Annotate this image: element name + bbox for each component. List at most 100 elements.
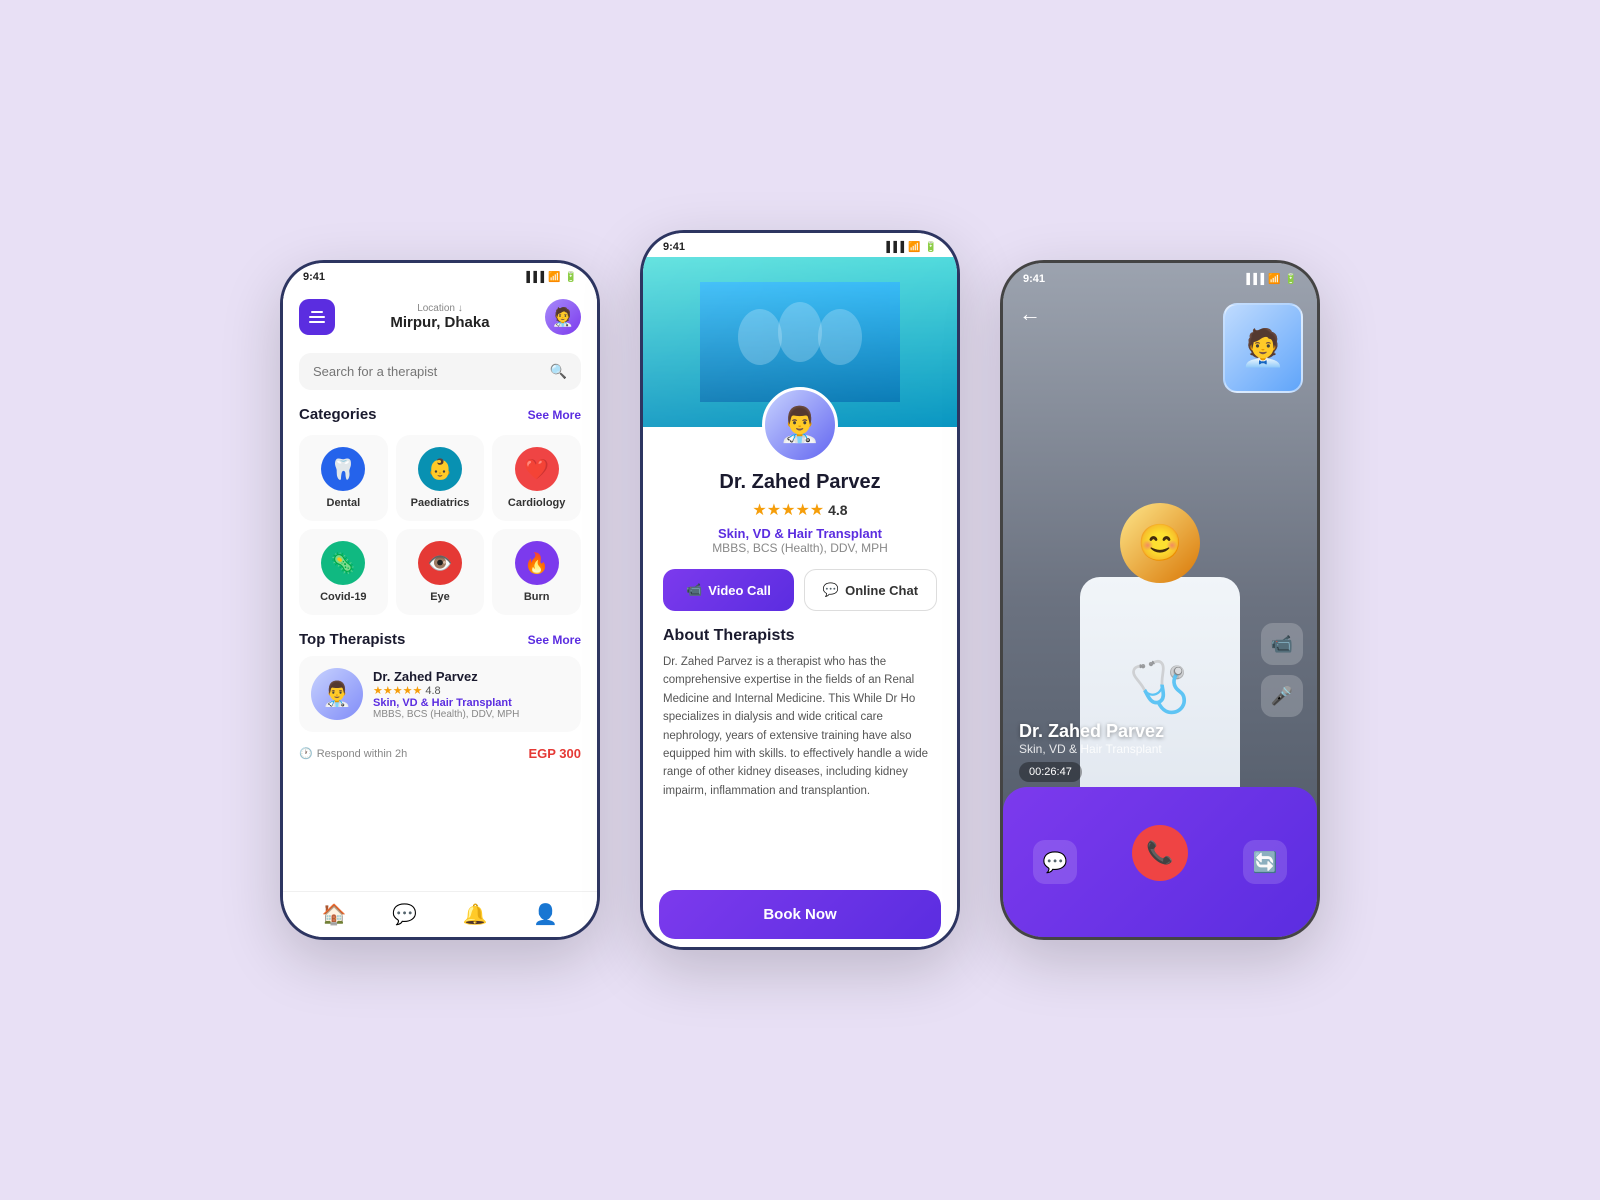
status-time-3: 9:41 xyxy=(1023,273,1045,285)
status-icons-2: ▐▐▐ 📶 🔋 xyxy=(883,242,937,253)
category-paediatrics[interactable]: 👶 Paediatrics xyxy=(396,435,485,521)
therapist-rating-num: 4.8 xyxy=(425,685,440,697)
about-title: About Therapists xyxy=(663,627,937,645)
profile-quals: MBBS, BCS (Health), DDV, MPH xyxy=(712,541,888,555)
clock-icon: 🕐 xyxy=(299,747,313,760)
profile-actions: 📹 Video Call 💬 Online Chat xyxy=(663,569,937,611)
back-button[interactable]: ← xyxy=(1019,301,1041,327)
cardiology-label: Cardiology xyxy=(508,497,565,509)
p1-header: Location ↓ Mirpur, Dhaka 🧑‍⚕️ xyxy=(283,287,597,345)
therapist-specialty: Skin, VD & Hair Transplant xyxy=(373,697,569,709)
respond-time: 🕐 Respond within 2h xyxy=(299,747,407,760)
search-bar[interactable]: 🔍 xyxy=(299,353,581,390)
location-label: Location ↓ xyxy=(390,303,489,314)
video-toggle-button[interactable]: 📹 xyxy=(1261,623,1303,665)
phone-home: 9:41 ▐▐▐ 📶 🔋 Location ↓ Mirpur, Dhaka 🧑‍… xyxy=(280,260,600,940)
status-icons-3: ▐▐▐ 📶 🔋 xyxy=(1243,274,1297,285)
profile-body: Dr. Zahed Parvez ★★★★★ 4.8 Skin, VD & Ha… xyxy=(643,427,957,882)
burn-icon: 🔥 xyxy=(515,541,559,585)
signal-icon-3: ▐▐▐ xyxy=(1243,274,1264,285)
about-text: Dr. Zahed Parvez is a therapist who has … xyxy=(663,653,937,800)
categories-title: Categories xyxy=(299,406,377,423)
video-status-bar: 9:41 ▐▐▐ 📶 🔋 xyxy=(1003,263,1317,289)
battery-icon: 🔋 xyxy=(565,272,577,283)
battery-icon-2: 🔋 xyxy=(925,242,937,253)
respond-row: 🕐 Respond within 2h EGP 300 xyxy=(283,738,597,769)
chat-button[interactable]: 💬 xyxy=(1033,840,1077,884)
wifi-icon-2: 📶 xyxy=(908,242,920,253)
battery-icon-3: 🔋 xyxy=(1285,274,1297,285)
therapist-avatar: 👨‍⚕️ xyxy=(311,668,363,720)
profile-hero: 👨‍⚕️ xyxy=(643,257,957,427)
respond-price: EGP 300 xyxy=(528,746,581,761)
self-preview-avatar: 🧑‍💼 xyxy=(1241,327,1286,369)
category-dental[interactable]: 🦷 Dental xyxy=(299,435,388,521)
side-controls: 📹 🎤 xyxy=(1261,623,1303,717)
status-time-1: 9:41 xyxy=(303,271,325,283)
profile-rating-num: 4.8 xyxy=(828,502,847,518)
profile-doctor-name: Dr. Zahed Parvez xyxy=(719,471,880,494)
burn-label: Burn xyxy=(524,591,550,603)
category-cardiology[interactable]: ❤️ Cardiology xyxy=(492,435,581,521)
categories-see-more[interactable]: See More xyxy=(528,408,581,422)
nav-chat[interactable]: 💬 xyxy=(392,902,417,927)
end-call-button[interactable]: 📞 xyxy=(1132,825,1188,881)
online-chat-button[interactable]: 💬 Online Chat xyxy=(804,569,937,611)
phone-profile: 9:41 ▐▐▐ 📶 🔋 xyxy=(640,230,960,950)
categories-grid: 🦷 Dental 👶 Paediatrics ❤️ Cardiology 🦠 C… xyxy=(283,427,597,623)
book-now-button[interactable]: Book Now xyxy=(659,890,941,939)
call-timer: 00:26:47 xyxy=(1019,762,1082,782)
wifi-icon-3: 📶 xyxy=(1268,274,1280,285)
therapist-info: Dr. Zahed Parvez ★★★★★ 4.8 Skin, VD & Ha… xyxy=(373,669,569,720)
doctor-head: 😊 xyxy=(1120,503,1200,583)
video-call-button[interactable]: 📹 Video Call xyxy=(663,569,794,611)
therapist-name: Dr. Zahed Parvez xyxy=(373,669,569,684)
signal-icon: ▐▐▐ xyxy=(523,272,544,283)
dental-icon: 🦷 xyxy=(321,447,365,491)
self-camera-preview: 🧑‍💼 xyxy=(1223,303,1303,393)
paediatrics-label: Paediatrics xyxy=(411,497,470,509)
mic-toggle-button[interactable]: 🎤 xyxy=(1261,675,1303,717)
therapists-see-more[interactable]: See More xyxy=(528,633,581,647)
therapist-rating-stars: ★★★★★ 4.8 xyxy=(373,684,569,697)
wifi-icon: 📶 xyxy=(548,272,560,283)
signal-icon-2: ▐▐▐ xyxy=(883,242,904,253)
stethoscope-icon: 🩺 xyxy=(1129,658,1191,717)
search-icon: 🔍 xyxy=(550,363,567,380)
category-eye[interactable]: 👁️ Eye xyxy=(396,529,485,615)
eye-icon: 👁️ xyxy=(418,541,462,585)
therapist-card[interactable]: 👨‍⚕️ Dr. Zahed Parvez ★★★★★ 4.8 Skin, VD… xyxy=(299,656,581,732)
profile-circle: 👨‍⚕️ xyxy=(762,387,838,463)
cardiology-icon: ❤️ xyxy=(515,447,559,491)
status-bar-2: 9:41 ▐▐▐ 📶 🔋 xyxy=(643,233,957,257)
nav-bell[interactable]: 🔔 xyxy=(463,902,488,927)
status-bar-1: 9:41 ▐▐▐ 📶 🔋 xyxy=(283,263,597,287)
bottom-nav: 🏠 💬 🔔 👤 xyxy=(283,891,597,937)
switch-camera-button[interactable]: 🔄 xyxy=(1243,840,1287,884)
category-burn[interactable]: 🔥 Burn xyxy=(492,529,581,615)
menu-icon[interactable] xyxy=(299,299,335,335)
phone-video-call: 😊 🩺 9:41 ▐▐▐ 📶 🔋 ← 🧑‍💼 xyxy=(1000,260,1320,940)
therapists-header: Top Therapists See More xyxy=(283,623,597,652)
profile-rating: ★★★★★ 4.8 xyxy=(752,500,847,520)
chat-icon: 💬 xyxy=(823,582,839,598)
video-icon: 📹 xyxy=(686,582,702,598)
call-doctor-specialty: Skin, VD & Hair Transplant xyxy=(1019,742,1164,756)
therapists-title: Top Therapists xyxy=(299,631,405,648)
nav-profile[interactable]: 👤 xyxy=(533,902,558,927)
location-display[interactable]: Location ↓ Mirpur, Dhaka xyxy=(390,303,489,331)
categories-header: Categories See More xyxy=(283,398,597,427)
user-avatar[interactable]: 🧑‍⚕️ xyxy=(545,299,581,335)
category-covid[interactable]: 🦠 Covid-19 xyxy=(299,529,388,615)
profile-specialty: Skin, VD & Hair Transplant xyxy=(718,526,882,541)
search-input[interactable] xyxy=(313,364,542,379)
covid-icon: 🦠 xyxy=(321,541,365,585)
scene: 9:41 ▐▐▐ 📶 🔋 Location ↓ Mirpur, Dhaka 🧑‍… xyxy=(0,190,1600,1010)
therapist-quals: MBBS, BCS (Health), DDV, MPH xyxy=(373,709,569,720)
nav-home[interactable]: 🏠 xyxy=(322,902,347,927)
call-doctor-name: Dr. Zahed Parvez xyxy=(1019,721,1164,742)
dental-label: Dental xyxy=(327,497,361,509)
eye-label: Eye xyxy=(430,591,450,603)
call-bottom-bar: 💬 📞 🔄 xyxy=(1003,787,1317,937)
profile-stars: ★★★★★ xyxy=(752,500,824,520)
